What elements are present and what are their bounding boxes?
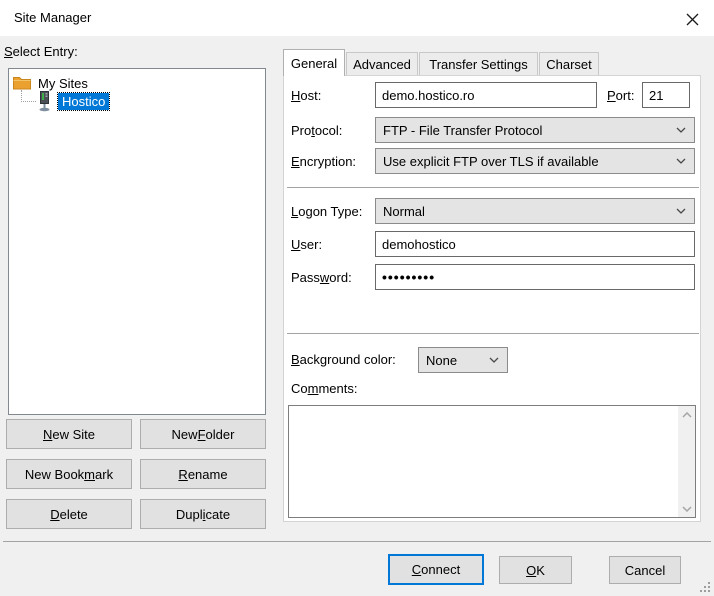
close-icon	[685, 12, 700, 27]
comments-label: Comments:	[291, 379, 357, 399]
logon-type-label: Logon Type:	[291, 199, 362, 225]
site-manager-dialog: Site Manager Select Entry: My Sites	[0, 0, 714, 596]
comments-textarea[interactable]	[288, 405, 696, 518]
tree-item-label-selected: Hostico	[58, 93, 109, 110]
chevron-down-icon	[489, 357, 499, 363]
section-separator	[287, 187, 699, 188]
new-bookmark-button[interactable]: New Bookmark	[6, 459, 132, 489]
user-input[interactable]	[375, 231, 695, 257]
user-label: User:	[291, 232, 322, 258]
chevron-up-icon	[682, 412, 692, 418]
site-tree[interactable]: My Sites Hostico	[8, 68, 266, 415]
port-label: Port:	[607, 83, 634, 109]
select-entry-label: Select Entry:	[4, 44, 78, 59]
background-color-selected-value: None	[426, 353, 457, 368]
encryption-selected-value: Use explicit FTP over TLS if available	[383, 154, 599, 169]
password-label: Password:	[291, 265, 352, 291]
port-input[interactable]	[642, 82, 690, 108]
connect-button[interactable]: Connect	[388, 554, 484, 585]
rename-button[interactable]: Rename	[140, 459, 266, 489]
tree-item-label: My Sites	[38, 76, 88, 91]
footer-separator	[3, 541, 711, 542]
scroll-up-button[interactable]	[678, 406, 695, 423]
ok-button[interactable]: OK	[499, 556, 572, 584]
encryption-label: Encryption:	[291, 149, 356, 175]
scroll-down-button[interactable]	[678, 500, 695, 517]
tab-advanced[interactable]: Advanced	[346, 52, 418, 75]
tree-item-hostico[interactable]: Hostico	[37, 90, 109, 112]
background-color-select[interactable]: None	[418, 347, 508, 373]
protocol-label: Protocol:	[291, 118, 342, 144]
server-icon	[37, 91, 52, 112]
delete-button[interactable]: Delete	[6, 499, 132, 529]
titlebar: Site Manager	[0, 0, 714, 36]
chevron-down-icon	[676, 158, 686, 164]
chevron-down-icon	[676, 127, 686, 133]
tab-charset[interactable]: Charset	[539, 52, 599, 75]
close-button[interactable]	[682, 9, 702, 29]
chevron-down-icon	[682, 506, 692, 512]
duplicate-button[interactable]: Duplicate	[140, 499, 266, 529]
cancel-button[interactable]: Cancel	[609, 556, 681, 584]
new-site-button[interactable]: New Site	[6, 419, 132, 449]
chevron-down-icon	[676, 208, 686, 214]
host-input[interactable]	[375, 82, 597, 108]
logon-type-select[interactable]: Normal	[375, 198, 695, 224]
general-tab-panel: Host: Port: Protocol: FTP - File Transfe…	[283, 75, 701, 522]
host-label: Host:	[291, 83, 321, 109]
tree-connector-line	[21, 90, 36, 102]
folder-icon	[13, 76, 31, 90]
background-color-label: Background color:	[291, 347, 396, 373]
encryption-select[interactable]: Use explicit FTP over TLS if available	[375, 148, 695, 174]
protocol-selected-value: FTP - File Transfer Protocol	[383, 123, 542, 138]
tab-transfer-settings[interactable]: Transfer Settings	[419, 52, 538, 75]
resize-grip[interactable]	[699, 581, 711, 593]
protocol-select[interactable]: FTP - File Transfer Protocol	[375, 117, 695, 143]
tab-general[interactable]: General	[283, 49, 345, 76]
logon-type-selected-value: Normal	[383, 204, 425, 219]
section-separator	[287, 333, 699, 334]
password-input[interactable]	[375, 264, 695, 290]
window-title: Site Manager	[14, 10, 91, 25]
comments-scrollbar[interactable]	[678, 406, 695, 517]
new-folder-button[interactable]: New Folder	[140, 419, 266, 449]
